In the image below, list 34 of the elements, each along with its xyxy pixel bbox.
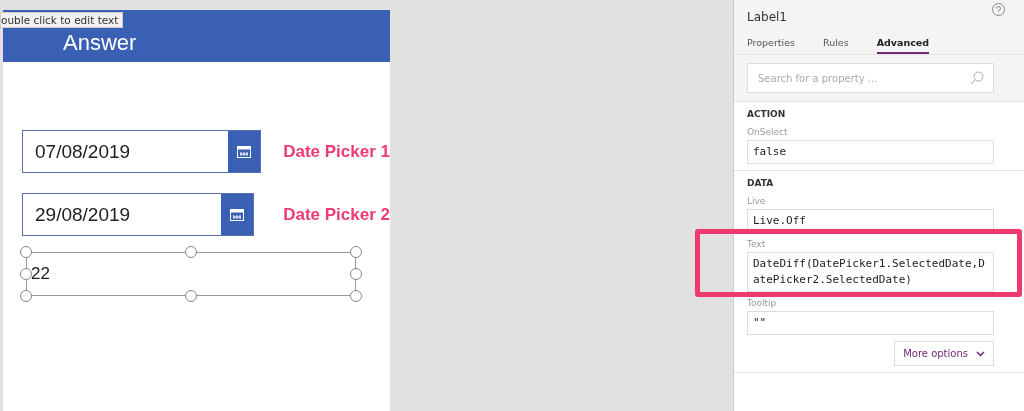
section-heading: DATA — [747, 178, 775, 188]
calendar-button[interactable] — [221, 194, 254, 235]
date-picker[interactable]: 07/08/2019 — [22, 130, 262, 173]
resize-handle[interactable] — [350, 290, 362, 302]
resize-handle[interactable] — [350, 268, 362, 280]
property-name: Live — [747, 196, 767, 206]
more-options-button[interactable]: More options — [894, 341, 994, 366]
panel-tab[interactable]: Properties — [747, 37, 795, 54]
resize-handle[interactable] — [350, 246, 362, 258]
property-name: OnSelect — [747, 127, 789, 137]
resize-handle[interactable] — [20, 246, 32, 258]
property-name: Text — [747, 239, 767, 249]
formula-field[interactable]: DateDiff(DatePicker1.SelectedDate,DatePicker2.SelectedDate) — [747, 252, 994, 292]
resize-handle[interactable] — [20, 290, 32, 302]
section-heading: ACTION — [747, 109, 787, 119]
calendar-icon — [237, 145, 252, 158]
panel-title: Label1 — [747, 10, 787, 24]
property-name: Tooltip — [747, 298, 778, 308]
annotation-text: Date Picker 1 — [283, 141, 390, 162]
formula-field[interactable]: false — [747, 140, 994, 164]
chevron-down-icon — [976, 350, 985, 357]
hover-tooltip: ouble click to edit text — [0, 12, 124, 28]
resize-handle[interactable] — [20, 268, 32, 280]
date-picker[interactable]: 29/08/2019 — [22, 193, 255, 236]
panel-tab[interactable]: Rules — [823, 37, 849, 54]
formula-field[interactable]: "" — [747, 311, 994, 335]
search-field[interactable]: Search for a property ... — [747, 63, 994, 93]
search-icon — [970, 71, 984, 85]
resize-handle[interactable] — [185, 246, 197, 258]
calendar-icon — [230, 208, 245, 221]
calendar-button[interactable] — [228, 131, 261, 172]
annotation-text: Date Picker 2 — [283, 204, 390, 225]
resize-handle[interactable] — [185, 290, 197, 302]
screen-title: Answer — [63, 30, 137, 56]
